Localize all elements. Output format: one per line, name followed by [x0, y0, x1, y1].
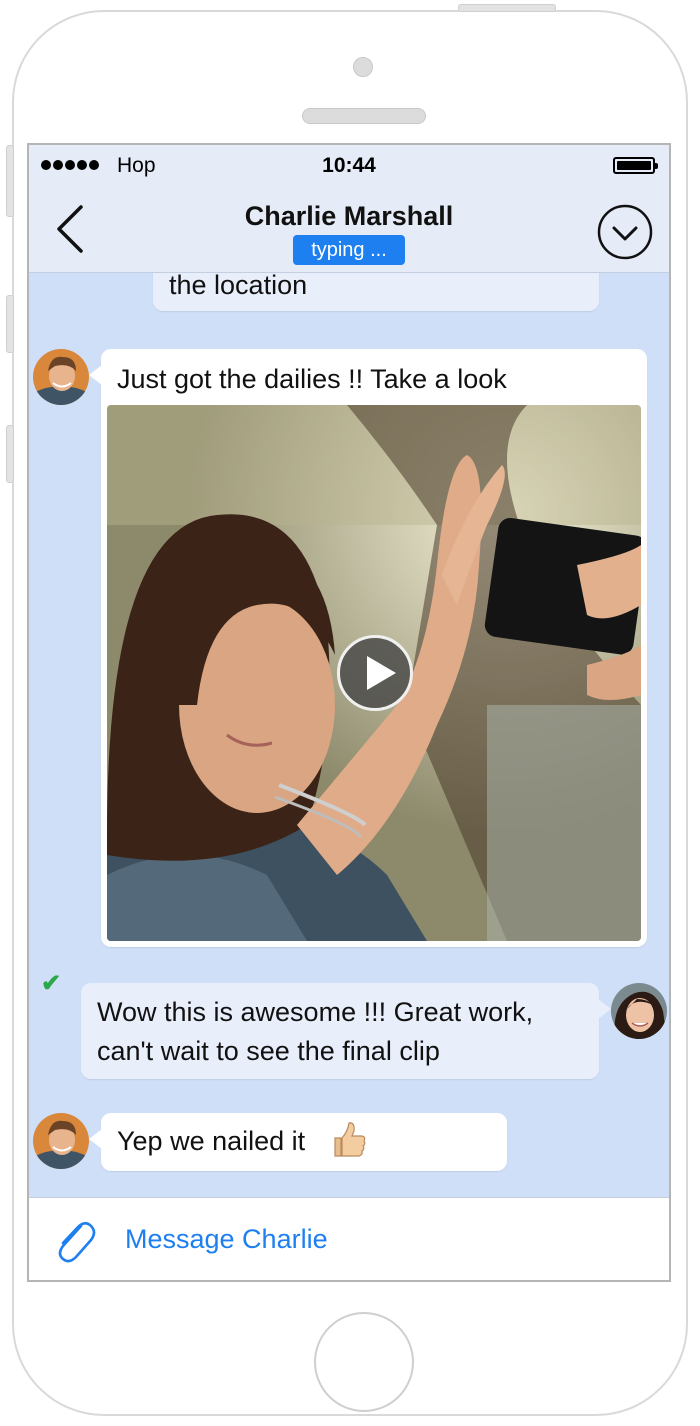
- contact-avatar[interactable]: [33, 1113, 89, 1169]
- home-button[interactable]: [314, 1312, 414, 1412]
- message-text: Yep we nailed it: [117, 1126, 306, 1156]
- user-avatar-image: [611, 983, 667, 1039]
- contact-avatar[interactable]: [33, 349, 89, 405]
- message-text: the location: [169, 273, 308, 300]
- message-bubble-outgoing[interactable]: Wow this is awesome !!! Great work, can'…: [81, 983, 611, 1079]
- contact-name: Charlie Marshall: [244, 201, 454, 231]
- volume-up-button: [6, 295, 14, 353]
- message-bubble-incoming[interactable]: Just got the dailies !! Take a look: [89, 349, 647, 947]
- status-time: 10:44: [322, 154, 376, 177]
- status-bar: Hop 10:44: [29, 145, 669, 185]
- message-text-line: Wow this is awesome !!! Great work,: [97, 997, 534, 1027]
- message-input[interactable]: [125, 1216, 635, 1262]
- chat-header: Charlie Marshall typing ...: [29, 185, 669, 273]
- message-bubble-incoming[interactable]: Yep we nailed it: [89, 1113, 507, 1171]
- power-button: [458, 4, 556, 12]
- composer-bar: [29, 1197, 669, 1280]
- contact-avatar-image: [33, 1113, 89, 1169]
- play-video-button[interactable]: [337, 635, 413, 711]
- typing-status-badge: typing ...: [293, 235, 405, 265]
- volume-down-button: [6, 425, 14, 483]
- mute-switch: [6, 145, 14, 217]
- earpiece-speaker: [302, 108, 426, 124]
- chevron-down-circle-icon: [597, 204, 653, 260]
- user-avatar[interactable]: [611, 983, 667, 1039]
- front-camera: [353, 57, 373, 77]
- message-list[interactable]: the location Just got the dailies !! Tak…: [29, 273, 669, 1197]
- battery-full-icon: [613, 157, 658, 174]
- message-bubble-outgoing[interactable]: the location: [153, 273, 599, 311]
- conversation-menu-button[interactable]: [597, 204, 653, 260]
- message-text-line: can't wait to see the final clip: [97, 1036, 440, 1066]
- message-text: Just got the dailies !! Take a look: [117, 364, 507, 394]
- attach-button[interactable]: [51, 1216, 97, 1266]
- contact-avatar-image: [33, 349, 89, 405]
- video-attachment[interactable]: [107, 405, 641, 941]
- checkmark-icon: ✔: [41, 970, 62, 997]
- chat-screen: Hop 10:44 Charlie Marshall typing ... th…: [27, 143, 671, 1282]
- paperclip-icon: [58, 1221, 96, 1263]
- thumbs-up-icon: [334, 1122, 366, 1157]
